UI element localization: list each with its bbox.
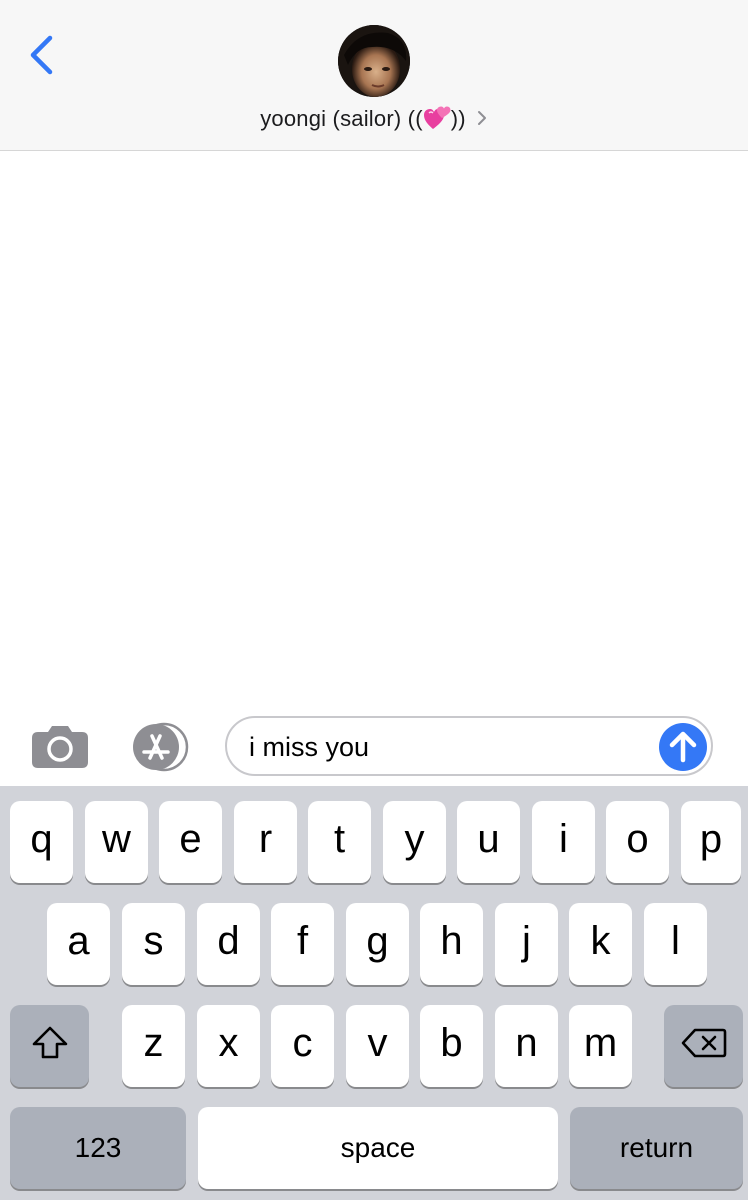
conversation-area — [0, 151, 748, 711]
backspace-icon — [681, 1028, 726, 1058]
chevron-right-icon — [477, 111, 486, 125]
message-input-text: i miss you — [249, 732, 370, 762]
arrow-up-icon — [669, 731, 697, 763]
key-e[interactable]: e — [159, 801, 222, 883]
camera-icon — [32, 726, 88, 768]
key-h[interactable]: h — [420, 903, 483, 985]
key-x[interactable]: x — [197, 1005, 260, 1087]
appstore-button[interactable] — [126, 722, 194, 772]
chevron-left-icon — [30, 35, 53, 75]
key-n[interactable]: n — [495, 1005, 558, 1087]
appstore-icon — [133, 722, 189, 772]
shift-key[interactable] — [10, 1005, 89, 1087]
back-button[interactable] — [22, 30, 62, 80]
key-q[interactable]: q — [10, 801, 73, 883]
key-w[interactable]: w — [85, 801, 148, 883]
key-r[interactable]: r — [234, 801, 297, 883]
numbers-key[interactable]: 123 — [10, 1107, 186, 1189]
message-input[interactable]: i miss you — [225, 716, 713, 776]
key-g[interactable]: g — [346, 903, 409, 985]
key-j[interactable]: j — [495, 903, 558, 985]
contact-name-button[interactable]: yoongi (sailor) (( )) — [0, 100, 748, 136]
key-l[interactable]: l — [644, 903, 707, 985]
key-s[interactable]: s — [122, 903, 185, 985]
key-u[interactable]: u — [457, 801, 520, 883]
key-z[interactable]: z — [122, 1005, 185, 1087]
key-m[interactable]: m — [569, 1005, 632, 1087]
key-c[interactable]: c — [271, 1005, 334, 1087]
key-d[interactable]: d — [197, 903, 260, 985]
contact-name: yoongi (sailor) (( )) — [260, 105, 466, 131]
key-b[interactable]: b — [420, 1005, 483, 1087]
keyboard: q w e r t y u i o p a s d f g h j k l z … — [0, 786, 748, 1200]
key-t[interactable]: t — [308, 801, 371, 883]
key-v[interactable]: v — [346, 1005, 409, 1087]
key-a[interactable]: a — [47, 903, 110, 985]
key-o[interactable]: o — [606, 801, 669, 883]
key-i[interactable]: i — [532, 801, 595, 883]
send-button[interactable] — [659, 723, 707, 771]
messages-screen: yoongi (sailor) (( )) i miss you q w e r… — [0, 0, 748, 1200]
key-k[interactable]: k — [569, 903, 632, 985]
delete-key[interactable] — [664, 1005, 743, 1087]
key-f[interactable]: f — [271, 903, 334, 985]
key-p[interactable]: p — [681, 801, 741, 883]
return-key[interactable]: return — [570, 1107, 743, 1189]
two-hearts-icon — [423, 106, 451, 129]
conversation-header: yoongi (sailor) (( )) — [0, 0, 748, 151]
shift-icon — [32, 1026, 67, 1059]
space-key[interactable]: space — [198, 1107, 558, 1189]
camera-button[interactable] — [30, 722, 90, 770]
key-y[interactable]: y — [383, 801, 446, 883]
avatar[interactable] — [338, 25, 410, 97]
